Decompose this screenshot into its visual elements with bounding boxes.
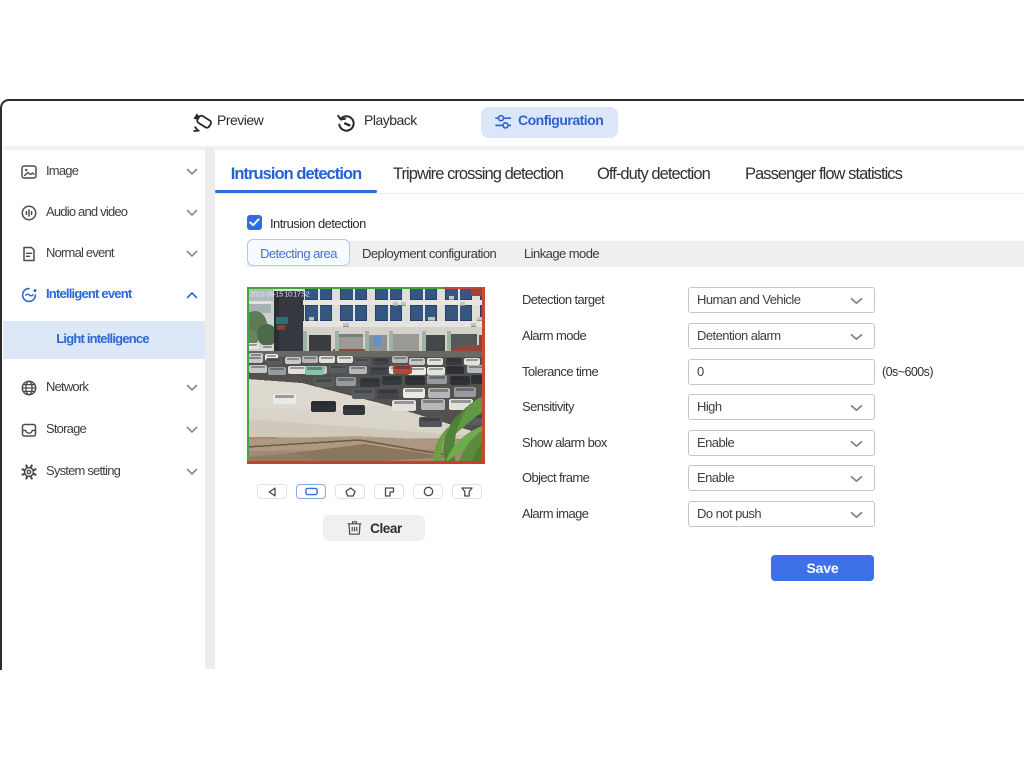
svg-text:2023-06-15 10:17:52: 2023-06-15 10:17:52 xyxy=(250,292,310,299)
